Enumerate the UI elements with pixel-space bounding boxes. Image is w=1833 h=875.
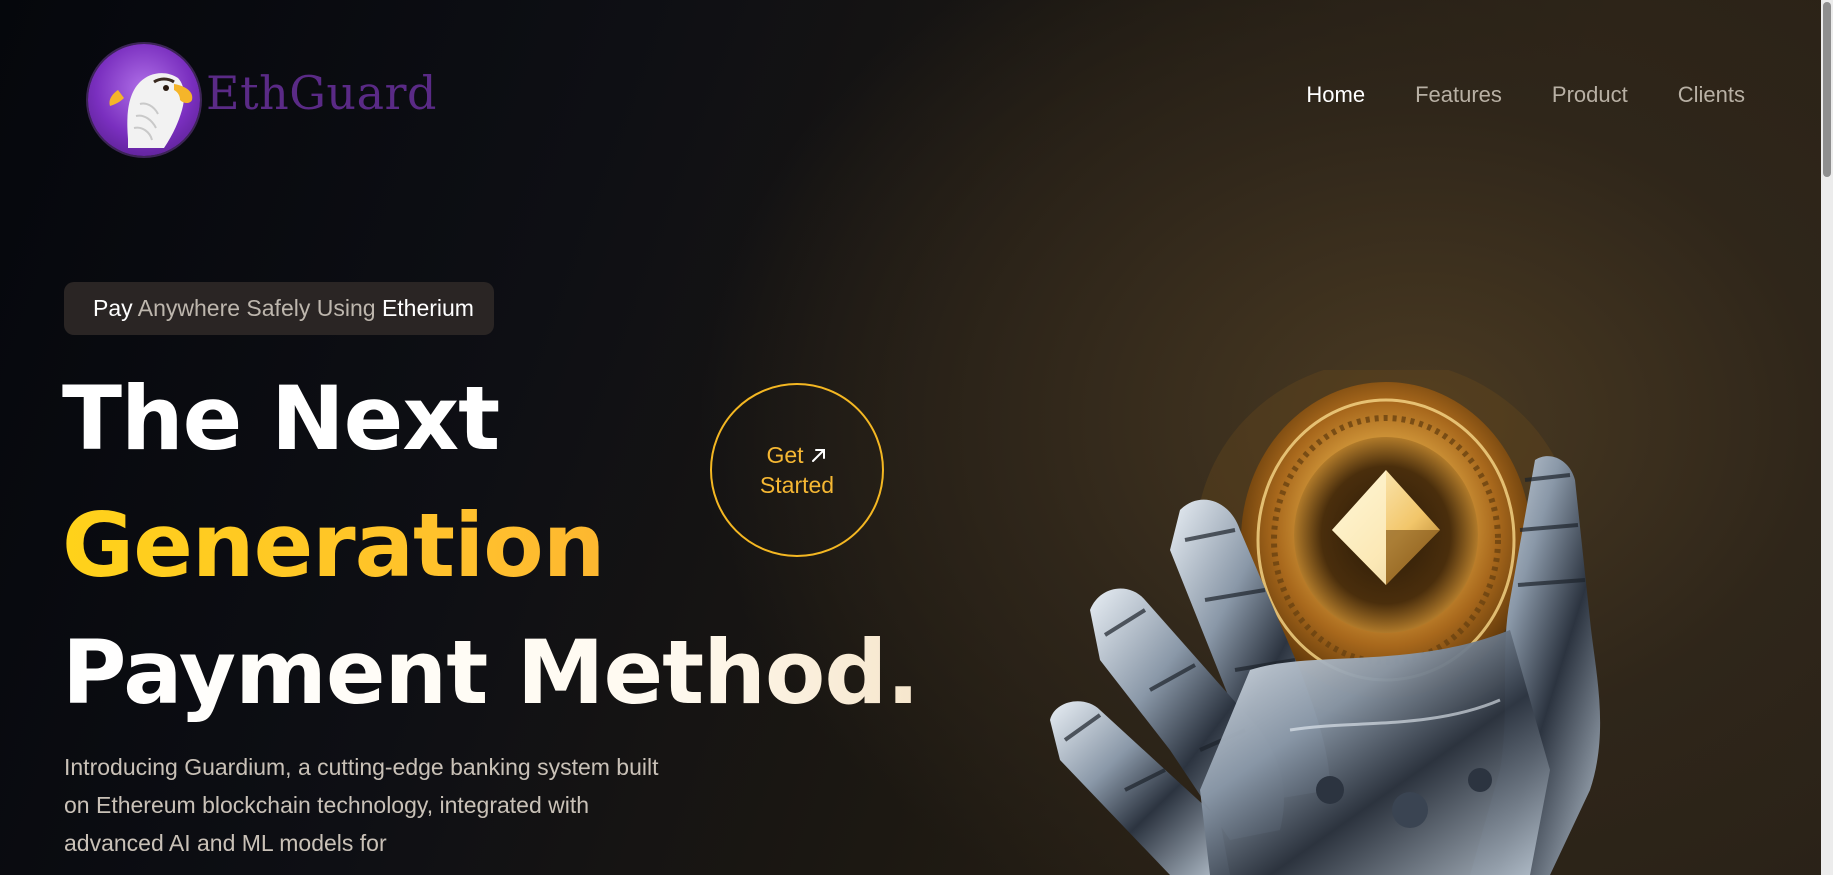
robot-hand-coin-image xyxy=(1050,370,1601,875)
badge-middle: Anywhere Safely Using xyxy=(132,295,382,321)
landing-page: EthGuard Home Features Product Clients P… xyxy=(0,0,1833,875)
tagline-badge: Pay Anywhere Safely Using Etherium xyxy=(64,282,494,335)
badge-etherium: Etherium xyxy=(381,295,474,321)
cta-line-1: Get xyxy=(766,442,804,468)
brand-logo[interactable]: EthGuard xyxy=(88,44,437,156)
nav-item-home[interactable]: Home xyxy=(1306,82,1365,108)
nav-item-clients[interactable]: Clients xyxy=(1678,82,1745,108)
nav-item-product[interactable]: Product xyxy=(1552,82,1628,108)
scrollbar-thumb[interactable] xyxy=(1823,2,1831,177)
arrow-up-right-icon xyxy=(811,449,825,462)
page-scrollbar[interactable] xyxy=(1821,0,1833,875)
eagle-icon xyxy=(88,44,200,156)
get-started-button[interactable]: Get Started xyxy=(710,383,884,557)
badge-pay: Pay xyxy=(93,295,133,321)
main-nav: Home Features Product Clients xyxy=(1306,82,1745,108)
intro-paragraph: Introducing Guardium, a cutting-edge ban… xyxy=(64,754,659,856)
nav-item-features[interactable]: Features xyxy=(1415,82,1502,108)
headline-line-3: Payment Method. xyxy=(62,609,920,736)
cta-line-2: Started xyxy=(759,472,835,498)
brand-name: EthGuard xyxy=(206,66,437,120)
